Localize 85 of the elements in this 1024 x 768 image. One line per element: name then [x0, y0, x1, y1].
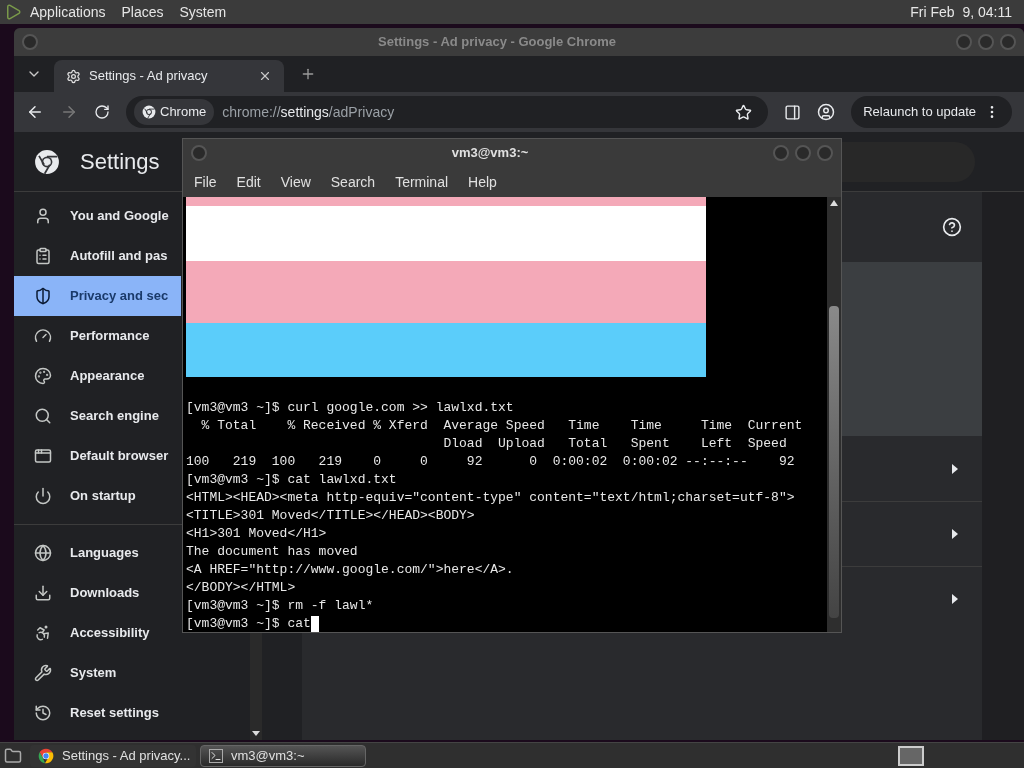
arrow-icon	[952, 594, 958, 604]
settings-title: Settings	[80, 148, 160, 176]
nav-item[interactable]: You and Google	[14, 196, 181, 236]
reload-icon[interactable]	[94, 104, 110, 120]
terminal-line: <H1>301 Moved</H1>	[186, 525, 327, 543]
nav-item[interactable]: Performance	[14, 316, 181, 356]
menu-item[interactable]: Help	[468, 171, 497, 193]
terminal-line: <HTML><HEAD><meta http-equiv="content-type" content="text/html;charset=utf-8">	[186, 489, 795, 507]
search-field[interactable]	[842, 141, 975, 182]
nav-item[interactable]: Downloads	[14, 573, 181, 613]
panel-menu[interactable]: Places	[121, 1, 164, 23]
nav-item[interactable]: Languages	[14, 533, 181, 573]
menu-item[interactable]: View	[280, 171, 311, 193]
nav-icon	[34, 487, 52, 505]
clock: Fri Feb 9, 04:11	[910, 2, 1012, 22]
terminal-line: [vm3@vm3 ~]$ curl google.com >> lawlxd.txt	[186, 399, 514, 417]
forward-icon[interactable]	[60, 103, 78, 121]
back-icon[interactable]	[26, 103, 44, 121]
menu-item[interactable]: Terminal	[395, 171, 449, 193]
bookmark-star-icon[interactable]	[735, 103, 753, 121]
terminal-line: [vm3@vm3 ~]$ cat lawlxd.txt	[186, 471, 397, 489]
terminal-icon	[209, 748, 223, 763]
help-icon[interactable]	[942, 217, 962, 237]
arrow-icon	[952, 529, 958, 539]
terminal-line: </BODY></HTML>	[186, 579, 296, 597]
terminal-scrollbar[interactable]	[827, 197, 841, 632]
terminal-line: [vm3@vm3 ~]$ cat	[186, 615, 311, 632]
nav-icon	[34, 704, 52, 722]
browser-tab[interactable]: Settings - Ad privacy	[54, 60, 284, 92]
nav-icon	[34, 327, 52, 345]
arrow-icon	[952, 463, 958, 474]
nav-item[interactable]: Accessibility	[14, 613, 181, 653]
window-title: vm3@vm3:~	[450, 144, 530, 163]
nav-icon	[34, 664, 52, 682]
menu-item[interactable]: Search	[330, 171, 376, 193]
nav-item[interactable]: Reset settings	[14, 693, 181, 733]
terminal-line: 100 219 100 219 0 0 92 0 0:00:02 0:00:02 --:--:-- 92	[186, 453, 795, 471]
nav-item[interactable]: Appearance	[14, 356, 181, 396]
side-panel-icon[interactable]	[784, 103, 802, 121]
gear-icon	[66, 68, 81, 84]
relaunch-button[interactable]: Relaunch to update	[851, 96, 1012, 128]
address-bar[interactable]: Chrome chrome://settings/adPrivacy	[126, 96, 769, 128]
nav-icon	[34, 584, 52, 602]
text-cursor	[310, 616, 319, 632]
nav-icon	[34, 624, 52, 642]
panel-menu[interactable]: System	[179, 1, 227, 23]
panel-menu[interactable]: Applications	[30, 1, 106, 23]
chrome-logo-icon	[142, 105, 156, 119]
nav-icon	[34, 447, 52, 465]
terminal-line: [vm3@vm3 ~]$ rm -f lawl*	[186, 597, 374, 615]
close-icon[interactable]	[258, 69, 272, 83]
nav-icon	[34, 207, 52, 225]
terminal-line: Dload Upload Total Spent Left Speed	[442, 435, 787, 453]
nav-icon	[34, 247, 52, 265]
terminal-line: % Total % Received % Xferd Average Speed Time Time Time Current	[200, 417, 803, 435]
terminal-line: <TITLE>301 Moved</TITLE></HEAD><BODY>	[186, 507, 475, 525]
nav-icon	[34, 407, 52, 425]
chrome-logo-icon	[34, 148, 60, 175]
window-title: Settings - Ad privacy - Google Chrome	[377, 33, 617, 52]
terminal-line: The document has moved	[186, 543, 358, 561]
nav-item[interactable]: On startup	[14, 476, 181, 516]
scroll-up-icon[interactable]	[830, 200, 838, 206]
nav-icon	[34, 367, 52, 385]
scroll-down-icon[interactable]	[252, 731, 260, 736]
nav-item[interactable]: Default browser	[14, 436, 181, 476]
workspace-switcher[interactable]	[898, 745, 924, 766]
nav-icon	[34, 287, 52, 305]
menu-item[interactable]: File	[194, 171, 217, 193]
taskbar-item[interactable]: Settings - Ad privacy...	[30, 744, 196, 767]
taskbar-item[interactable]: vm3@vm3:~	[200, 744, 366, 767]
site-chip[interactable]: Chrome	[134, 99, 215, 125]
terminal-line: <A HREF="http://www.google.com/">here</A>.	[186, 561, 514, 579]
nav-item[interactable]: Autofill and pas	[14, 236, 181, 276]
nav-icon	[34, 544, 52, 562]
nav-item[interactable]: System	[14, 653, 181, 693]
nav-item[interactable]: Search engine	[14, 396, 181, 436]
menu-item[interactable]: Edit	[236, 171, 261, 193]
sidebar-scrollbar[interactable]	[250, 633, 262, 740]
profile-icon[interactable]	[817, 103, 836, 121]
menu-logo-icon	[4, 3, 22, 21]
chrome-logo-icon	[38, 747, 54, 764]
show-desktop-icon[interactable]	[4, 746, 22, 765]
new-tab-icon[interactable]	[300, 66, 316, 82]
url-text: chrome://settings/adPrivacy	[222, 102, 396, 122]
nav-item[interactable]: Privacy and sec	[14, 276, 181, 316]
